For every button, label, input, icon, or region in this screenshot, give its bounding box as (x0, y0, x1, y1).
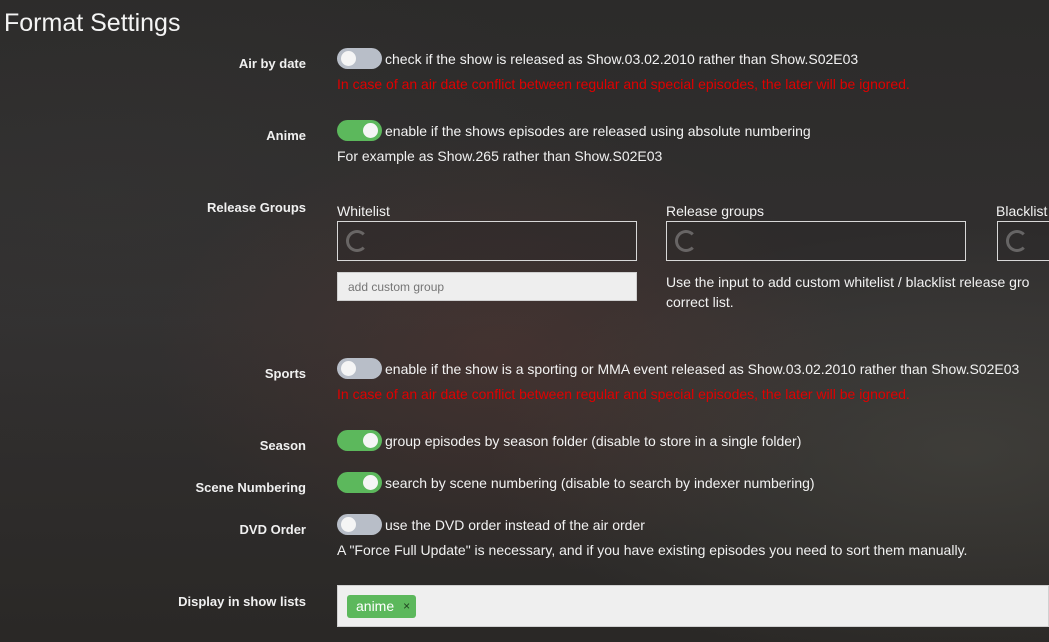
sports-description: enable if the show is a sporting or MMA … (385, 361, 1020, 377)
sports-warning: In case of an air date conflict between … (337, 386, 910, 402)
release-groups-title: Release groups (666, 203, 765, 219)
sports-toggle[interactable] (337, 358, 382, 379)
season-toggle[interactable] (337, 430, 382, 451)
blacklist-title: Blacklist (996, 203, 1048, 219)
release-groups-label: Release Groups (207, 200, 306, 215)
loading-spinner-icon (1006, 230, 1028, 252)
toggle-knob (363, 433, 378, 448)
anime-toggle[interactable] (337, 120, 382, 141)
dvd-order-label: DVD Order (239, 522, 306, 537)
tag-chip: anime × (347, 595, 417, 618)
season-label: Season (259, 438, 306, 453)
show-lists-tag-input[interactable]: anime × (337, 585, 1049, 627)
sports-label: Sports (264, 366, 306, 381)
page-title: Format Settings (4, 9, 181, 37)
air-by-date-label: Air by date (238, 56, 306, 71)
scene-numbering-toggle[interactable] (337, 472, 382, 493)
release-groups-listbox[interactable] (666, 221, 966, 261)
anime-description: enable if the shows episodes are release… (385, 123, 811, 139)
air-by-date-description: check if the show is released as Show.03… (385, 51, 859, 67)
release-groups-help: Use the input to add custom whitelist / … (666, 272, 1029, 312)
remove-tag-icon[interactable]: × (403, 595, 410, 618)
add-custom-group-input[interactable] (337, 272, 637, 301)
whitelist-listbox[interactable] (337, 221, 637, 261)
anime-example: For example as Show.265 rather than Show… (337, 148, 663, 164)
scene-numbering-label: Scene Numbering (195, 480, 306, 495)
loading-spinner-icon (346, 230, 368, 252)
blacklist-listbox[interactable] (997, 221, 1049, 261)
help-line: Use the input to add custom whitelist / … (666, 274, 1030, 290)
toggle-knob (363, 123, 378, 138)
help-line: correct list. (666, 294, 734, 310)
scene-numbering-description: search by scene numbering (disable to se… (385, 475, 815, 491)
loading-spinner-icon (675, 230, 697, 252)
dvd-order-note: A "Force Full Update" is necessary, and … (337, 542, 968, 558)
dvd-order-toggle[interactable] (337, 514, 382, 535)
anime-label: Anime (266, 128, 306, 143)
toggle-knob (341, 361, 356, 376)
toggle-knob (341, 517, 356, 532)
tag-label: anime (356, 598, 395, 614)
toggle-knob (363, 475, 378, 490)
season-description: group episodes by season folder (disable… (385, 433, 802, 449)
air-by-date-toggle[interactable] (337, 48, 382, 69)
toggle-knob (341, 51, 356, 66)
format-settings-panel: Format Settings Air by date check if the… (0, 0, 1049, 642)
air-by-date-warning: In case of an air date conflict between … (337, 76, 910, 92)
show-lists-label: Display in show lists (178, 594, 306, 609)
dvd-order-description: use the DVD order instead of the air ord… (385, 517, 645, 533)
whitelist-title: Whitelist (337, 203, 390, 219)
